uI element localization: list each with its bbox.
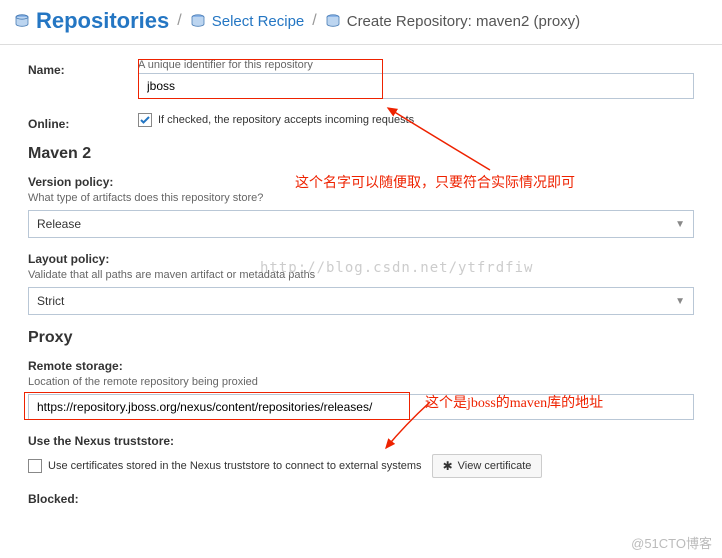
footer-watermark: @51CTO博客 bbox=[631, 533, 712, 552]
online-label: Online: bbox=[28, 113, 138, 131]
blocked-label: Blocked: bbox=[28, 492, 694, 506]
online-row: Online: If checked, the repository accep… bbox=[28, 113, 694, 131]
checkbox-unchecked-icon[interactable] bbox=[28, 459, 42, 473]
layout-policy-value: Strict bbox=[37, 294, 64, 308]
chevron-down-icon: ▼ bbox=[675, 219, 685, 230]
version-policy-value: Release bbox=[37, 217, 81, 231]
breadcrumb-sep: / bbox=[177, 12, 181, 30]
checkbox-checked-icon[interactable] bbox=[138, 113, 152, 127]
database-icon bbox=[325, 14, 341, 28]
truststore-section: Use the Nexus truststore: Use certificat… bbox=[28, 434, 694, 478]
name-label: Name: bbox=[28, 59, 138, 77]
gear-icon: ✱ bbox=[443, 459, 453, 473]
view-certificate-label: View certificate bbox=[458, 460, 532, 472]
version-policy-select[interactable]: Release ▼ bbox=[28, 210, 694, 238]
proxy-title: Proxy bbox=[28, 329, 694, 347]
remote-storage-help: Location of the remote repository being … bbox=[28, 376, 694, 388]
layout-policy-select[interactable]: Strict ▼ bbox=[28, 287, 694, 315]
view-certificate-button[interactable]: ✱ View certificate bbox=[432, 454, 543, 478]
breadcrumb-sep: / bbox=[312, 12, 316, 30]
annotation-text-2: 这个是jboss的maven库的地址 bbox=[425, 392, 603, 412]
version-policy-help: What type of artifacts does this reposit… bbox=[28, 192, 694, 204]
maven2-title: Maven 2 bbox=[28, 145, 694, 163]
breadcrumb-step1[interactable]: Select Recipe bbox=[212, 13, 305, 30]
truststore-text: Use certificates stored in the Nexus tru… bbox=[48, 460, 422, 472]
online-text: If checked, the repository accepts incom… bbox=[158, 114, 414, 126]
watermark: http://blog.csdn.net/ytfrdfiw bbox=[260, 260, 533, 276]
name-input[interactable] bbox=[138, 73, 694, 99]
remote-storage-label: Remote storage: bbox=[28, 359, 694, 373]
breadcrumb-main[interactable]: Repositories bbox=[36, 8, 169, 34]
chevron-down-icon: ▼ bbox=[675, 296, 685, 307]
name-row: Name: A unique identifier for this repos… bbox=[28, 59, 694, 99]
breadcrumb-step2: Create Repository: maven2 (proxy) bbox=[347, 13, 580, 30]
truststore-label: Use the Nexus truststore: bbox=[28, 434, 694, 448]
annotation-text-1: 这个名字可以随便取，只要符合实际情况即可 bbox=[295, 172, 575, 192]
breadcrumb: Repositories / Select Recipe / Create Re… bbox=[0, 0, 722, 45]
database-icon bbox=[190, 14, 206, 28]
name-help: A unique identifier for this repository bbox=[138, 59, 694, 71]
database-icon bbox=[14, 14, 30, 28]
